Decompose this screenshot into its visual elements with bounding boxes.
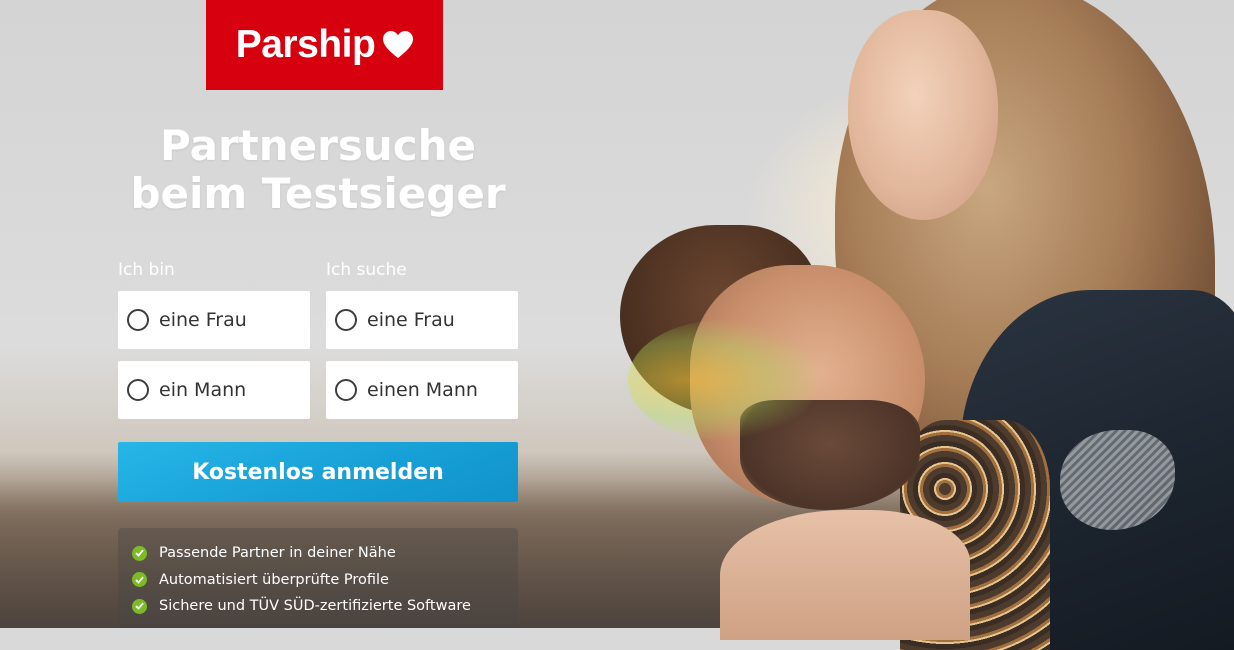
i-am-woman-option[interactable]: eine Frau (118, 291, 310, 349)
list-item: Automatisiert überprüfte Profile (132, 567, 518, 594)
benefit-text: Sichere und TÜV SÜD-zertifizierte Softwa… (159, 598, 471, 615)
brand-logo[interactable]: Parship (206, 0, 443, 90)
option-label: eine Frau (159, 309, 247, 331)
radio-unchecked-icon[interactable] (127, 309, 149, 331)
i-am-man-option[interactable]: ein Mann (118, 361, 310, 419)
seeking-man-option[interactable]: einen Mann (326, 361, 518, 419)
benefit-text: Passende Partner in deiner Nähe (159, 545, 396, 562)
radio-unchecked-icon[interactable] (127, 379, 149, 401)
heart-icon (383, 31, 414, 59)
benefits-list: Passende Partner in deiner Nähe Automati… (118, 528, 518, 628)
radio-unchecked-icon[interactable] (335, 309, 357, 331)
headline-line-1: Partnersuche (159, 121, 477, 170)
benefit-text: Automatisiert überprüfte Profile (159, 571, 389, 588)
photo-arm (720, 510, 970, 640)
headline-line-2: beim Testsieger (130, 169, 506, 218)
checkmark-icon (132, 598, 147, 614)
radio-unchecked-icon[interactable] (335, 379, 357, 401)
brand-logo-text: Parship (235, 23, 376, 66)
photo-woman-face (848, 10, 998, 220)
seeking-label: Ich suche (326, 260, 407, 280)
checkmark-icon (132, 545, 147, 561)
checkmark-icon (132, 572, 147, 588)
page-headline: Partnersuche beim Testsieger (118, 122, 518, 218)
option-label: ein Mann (159, 379, 247, 401)
register-free-button[interactable]: Kostenlos anmelden (118, 442, 518, 502)
photo-lens-flare (628, 320, 818, 440)
option-label: eine Frau (367, 309, 455, 331)
option-label: einen Mann (367, 379, 478, 401)
i-am-label: Ich bin (118, 260, 175, 280)
list-item: Passende Partner in deiner Nähe (132, 540, 518, 567)
seeking-woman-option[interactable]: eine Frau (326, 291, 518, 349)
list-item: Sichere und TÜV SÜD-zertifizierte Softwa… (132, 593, 518, 620)
